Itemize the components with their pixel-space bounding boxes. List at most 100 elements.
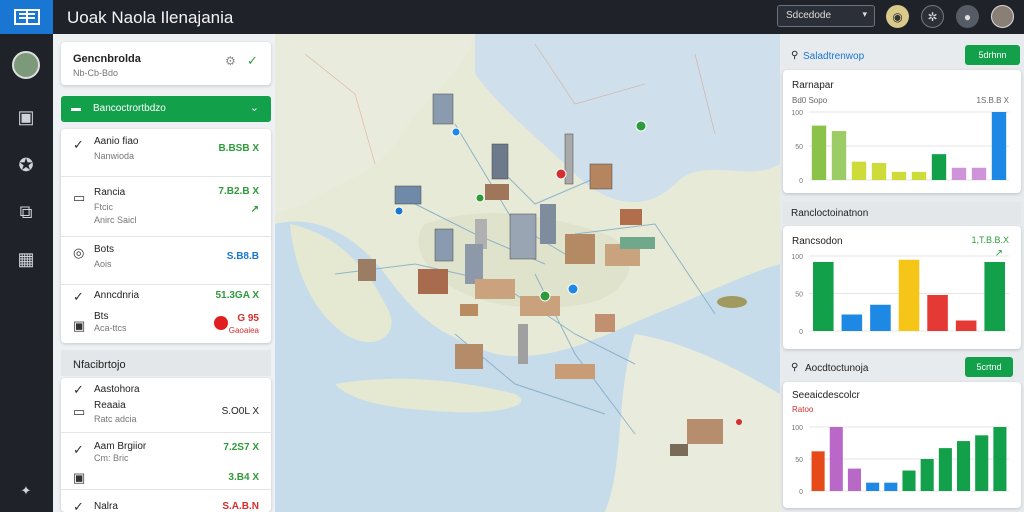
bar[interactable] [993, 427, 1007, 491]
list-item[interactable]: ◎ Bots Aois S.B8.B [61, 237, 271, 285]
document-icon[interactable]: ▣ [15, 106, 37, 128]
bell-icon[interactable]: ● [956, 5, 979, 28]
list-item[interactable]: ✓ Nalra S.A.B.N [61, 496, 271, 512]
banner-button[interactable]: ▬ Bancoctrortbdzo ⌄ [61, 96, 271, 122]
bar[interactable] [851, 161, 867, 180]
list-item-value-sub: Gaoaiea [228, 326, 259, 335]
wallet-icon: ▭ [73, 190, 86, 205]
arrow-icon: ↗ [250, 204, 259, 215]
bar[interactable] [951, 167, 967, 180]
section-title: Nfacibrtojo [73, 359, 126, 371]
summary-list: ✓ Aanio fiao Nanwioda B.BSB X ▭ Rancia F… [61, 129, 271, 343]
bar[interactable] [984, 262, 1005, 331]
list-item-sub: Cm: Bric [94, 453, 129, 463]
gear-icon[interactable]: ✲ [921, 5, 944, 28]
bar[interactable] [829, 427, 843, 491]
list-item-sub: Aca-ttcs [94, 323, 127, 333]
avatar[interactable] [12, 51, 40, 79]
bar[interactable] [811, 451, 825, 491]
top-bar: Uoak Naola Ilenajania Sdcedode ▾ ◉ ✲ ● [0, 0, 1024, 34]
bar[interactable] [898, 259, 920, 331]
grid-icon[interactable]: ▦ [15, 248, 37, 270]
bar[interactable] [813, 262, 834, 331]
network-icon[interactable]: ✪ [15, 154, 37, 176]
list-item-value: G 95 [237, 313, 259, 324]
list-item-sub: Aois [94, 259, 112, 269]
card3-icon: ⚲ [791, 362, 799, 373]
y-tick-label: 50 [795, 292, 803, 299]
list-item[interactable]: ▭ Reaaia Ratc adcia S.O0L X [61, 396, 271, 433]
list-item[interactable]: ✓ Anncdnria 51.3GA X [61, 285, 271, 305]
list-item-value: S.O0L X [221, 406, 259, 417]
list-item-value: S.B8.B [226, 251, 259, 262]
bar[interactable] [938, 448, 952, 491]
bar[interactable] [955, 320, 977, 332]
card2-title: Rancloctoinatnon [791, 208, 869, 219]
card3-header: ⚲ Aocdtoctunoja 5crtnd [783, 356, 1021, 380]
list-item-title: Aastohora [94, 384, 140, 395]
document-icon: ▣ [73, 470, 86, 485]
app-logo[interactable] [0, 0, 53, 34]
check-icon: ✓ [73, 137, 84, 152]
map-view[interactable] [275, 34, 780, 512]
card1-header: ⚲ Saladtrenwop 5drhnn [783, 44, 1021, 68]
list-item-value: B.BSB X [218, 143, 259, 154]
star-icon[interactable]: ✦ [15, 480, 37, 502]
bar[interactable] [911, 171, 927, 180]
bar[interactable] [841, 314, 863, 332]
chart2-svg: 100 50 0 [791, 254, 1009, 336]
banner-label: Bancoctrortbdzo [93, 103, 166, 114]
user-avatar[interactable] [991, 5, 1014, 28]
wallet-icon: ▭ [73, 404, 86, 419]
bar[interactable] [891, 171, 907, 180]
bar[interactable] [902, 470, 916, 491]
card3-action-button[interactable]: 5crtnd [965, 357, 1013, 377]
card2-header: Rancloctoinatnon [783, 202, 1021, 224]
bar[interactable] [831, 131, 847, 180]
left-panel-title: Gencnbrolda [73, 53, 141, 65]
bar[interactable] [975, 435, 989, 491]
settings-icon[interactable]: ⚙ [225, 54, 236, 68]
bar[interactable] [927, 295, 948, 331]
list-item-value: 7.B2.B X [218, 186, 259, 197]
map-canvas [275, 34, 780, 512]
map-icon[interactable]: ⧉ [15, 201, 37, 223]
lightbulb-icon[interactable]: ◉ [886, 5, 909, 28]
bar[interactable] [884, 482, 898, 491]
bar[interactable] [847, 468, 861, 491]
list-item-sub: Ratc adcia [94, 414, 137, 424]
list-item[interactable]: ✓ Aanio fiao Nanwioda B.BSB X [61, 129, 271, 177]
check-icon[interactable]: ✓ [247, 53, 258, 69]
card1-title: Saladtrenwop [803, 51, 865, 62]
check-icon: ✓ [73, 289, 84, 304]
card2-chart: Rancsodon 1,T.B.B.X ↗ 100 50 0 [783, 226, 1021, 349]
target-icon: ◎ [73, 245, 85, 260]
bar[interactable] [871, 163, 887, 180]
chevron-down-icon: ▾ [862, 9, 867, 19]
chart1-svg: 100 50 0 [791, 110, 1009, 185]
bar[interactable] [811, 125, 827, 180]
region-select[interactable]: Sdcedode ▾ [777, 5, 875, 27]
y-tick-label: 0 [799, 329, 803, 336]
list-item[interactable]: ✓ Aam Brgiior Cm: Bric 7.2S7 X [61, 436, 271, 466]
left-panel-subtitle: Nb-Cb-Bdo [73, 68, 119, 78]
card1-action-button[interactable]: 5drhnn [965, 45, 1020, 65]
list-item-value: S.A.B.N [222, 501, 259, 512]
document-icon: ▣ [73, 318, 86, 333]
list-item[interactable]: ▣ Bts Aca-ttcs G 95 Gaoaiea [61, 307, 271, 343]
list-item[interactable]: ▣ 3.B4 X [61, 466, 271, 490]
y-tick-label: 100 [791, 110, 803, 117]
bar[interactable] [991, 112, 1007, 180]
list-item-title: Aam Brgiior [94, 441, 147, 452]
bar[interactable] [971, 167, 987, 180]
bar[interactable] [957, 441, 971, 491]
bar[interactable] [870, 304, 891, 331]
list-item[interactable]: ▭ Rancia Ftcic Anirc Saicl 7.B2.B X ↗ [61, 182, 271, 237]
bar[interactable] [866, 482, 880, 491]
bar[interactable] [931, 154, 947, 180]
list-item[interactable]: ✓ Aastohora [61, 378, 271, 397]
list-item-title: Rancia [94, 187, 126, 198]
check-icon: ✓ [73, 442, 84, 457]
list-item-title: Bts [94, 311, 109, 322]
bar[interactable] [920, 459, 934, 491]
